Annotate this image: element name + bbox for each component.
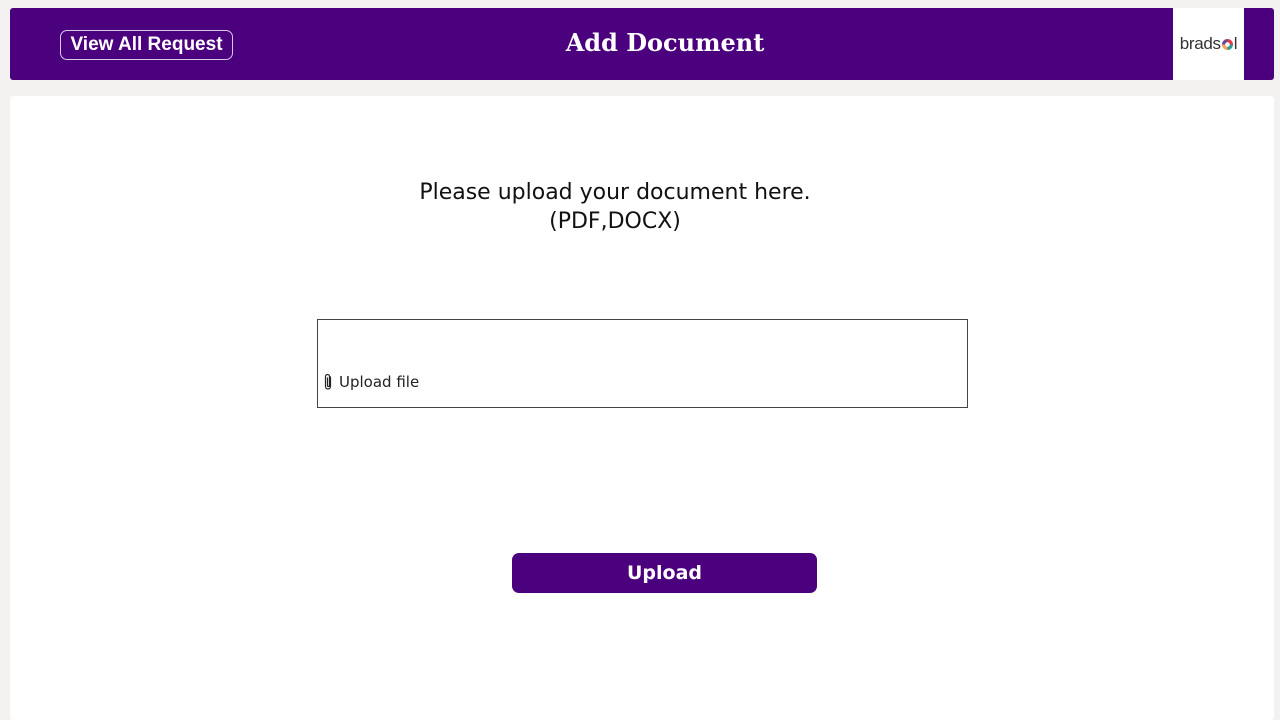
upload-file-link[interactable]: Upload file [322, 373, 419, 391]
upload-instructions: Please upload your document here. (PDF,D… [310, 178, 920, 236]
paperclip-icon [324, 373, 332, 390]
upload-instructions-line2: (PDF,DOCX) [549, 209, 681, 234]
page-title: Add Document [565, 28, 765, 57]
bradsol-logo: brads l [1173, 8, 1244, 80]
header-bar: View All Request Add Document brads l [10, 8, 1274, 80]
upload-button[interactable]: Upload [512, 553, 817, 593]
view-all-request-button[interactable]: View All Request [60, 30, 233, 60]
logo-mark-icon [1221, 38, 1233, 50]
logo-wordmark: brads l [1180, 34, 1238, 54]
main-content: Please upload your document here. (PDF,D… [10, 96, 1274, 720]
upload-instructions-line1: Please upload your document here. [419, 180, 811, 205]
logo-text-end: l [1233, 34, 1238, 53]
file-attachment-box[interactable]: Upload file [317, 319, 968, 408]
logo-text-start: brads [1179, 34, 1221, 53]
upload-file-label: Upload file [339, 373, 420, 391]
